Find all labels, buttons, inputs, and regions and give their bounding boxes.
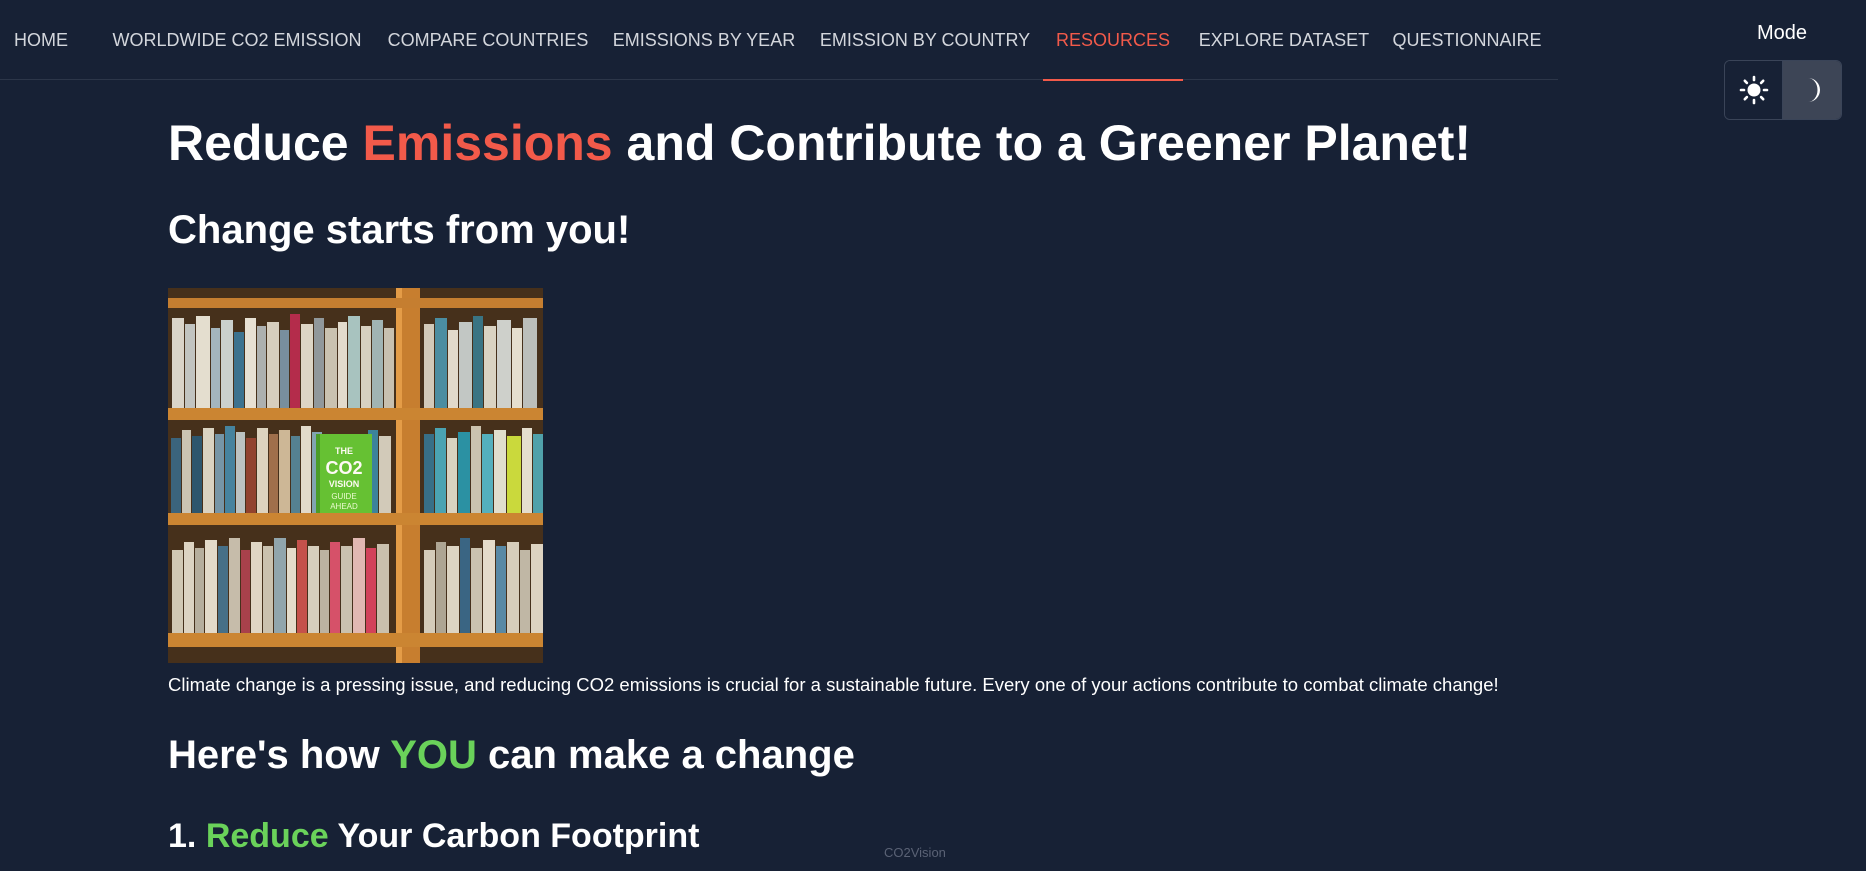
howto-part1: Here's how (168, 733, 391, 777)
page: HOME WORLDWIDE CO2 EMISSION COMPARE COUN… (0, 0, 1866, 871)
nav-compare-countries[interactable]: COMPARE COUNTRIES (378, 0, 598, 80)
bookshelf-illustration: THE CO2 VISION GUIDE AHEAD (168, 288, 543, 663)
howto-heading: Here's how YOU can make a change (168, 733, 855, 778)
subtitle: Change starts from you! (168, 208, 631, 252)
page-title: Reduce Emissions and Contribute to a Gre… (168, 114, 1471, 172)
sun-icon (1739, 75, 1768, 105)
nav-home[interactable]: HOME (0, 0, 82, 80)
dark-mode-button[interactable] (1783, 61, 1841, 119)
bookshelf-image: THE CO2 VISION GUIDE AHEAD (168, 288, 543, 663)
howto-accent: YOU (390, 733, 477, 777)
footer-brand: CO2Vision (884, 845, 946, 860)
nav-explore-dataset[interactable]: EXPLORE DATASET (1192, 0, 1376, 80)
step-1-accent: Reduce (205, 817, 329, 855)
step-1-heading: 1. Reduce Your Carbon Footprint (168, 817, 699, 856)
mode-label: Mode (1756, 22, 1808, 44)
nav-emissions-by-year[interactable]: EMISSIONS BY YEAR (610, 0, 798, 80)
moon-icon (1808, 78, 1820, 102)
nav-emission-by-country[interactable]: EMISSION BY COUNTRY (812, 0, 1038, 80)
step-1-number: 1. (168, 817, 206, 855)
nav-questionnaire[interactable]: QUESTIONNAIRE (1386, 0, 1548, 80)
mode-toggle (1724, 60, 1842, 120)
nav-worldwide-co2-emission[interactable]: WORLDWIDE CO2 EMISSION (102, 0, 372, 80)
page-title-part2: and Contribute to a Greener Planet! (612, 115, 1472, 171)
page-title-part1: Reduce (168, 115, 363, 171)
nav-resources[interactable]: RESOURCES (1043, 0, 1183, 81)
howto-part2: can make a change (476, 733, 855, 777)
intro-paragraph: Climate change is a pressing issue, and … (168, 674, 1499, 695)
step-1-rest: Your Carbon Footprint (328, 817, 700, 855)
light-mode-button[interactable] (1725, 61, 1784, 119)
page-title-accent: Emissions (362, 115, 613, 171)
top-nav: HOME WORLDWIDE CO2 EMISSION COMPARE COUN… (0, 0, 1558, 81)
